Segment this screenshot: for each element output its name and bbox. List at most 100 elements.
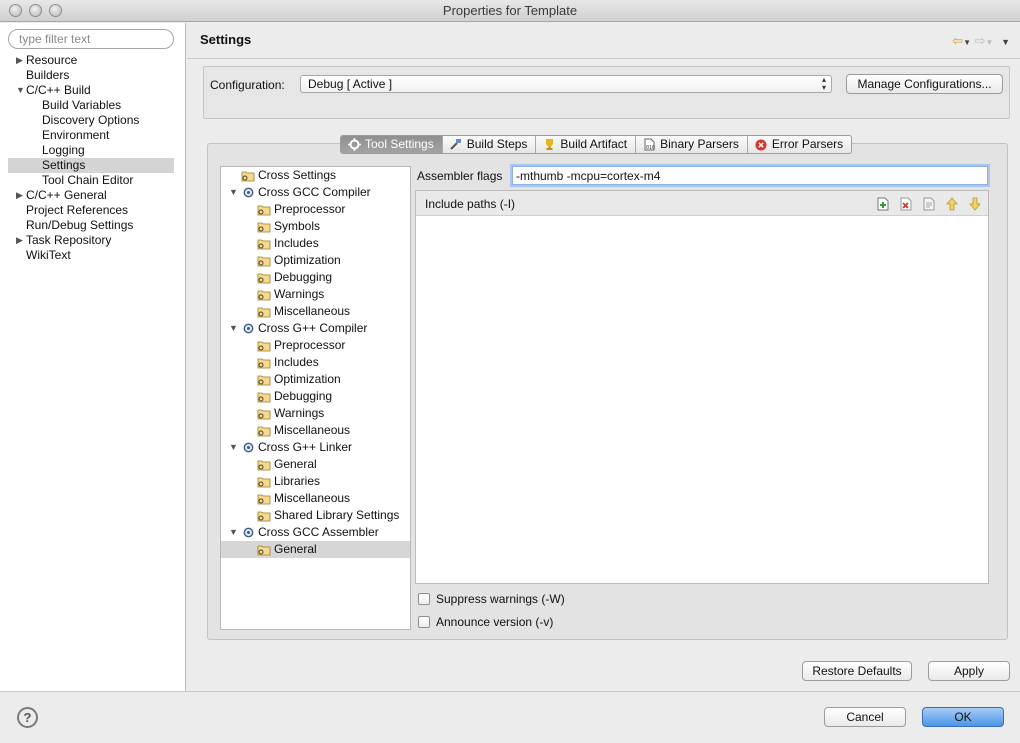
- tree-item-linker-miscellaneous[interactable]: Miscellaneous: [221, 490, 410, 507]
- view-menu-chevron-icon[interactable]: ▼: [1001, 37, 1010, 47]
- sidebar-item-builders[interactable]: Builders: [8, 68, 174, 83]
- tree-item-gpp-miscellaneous[interactable]: Miscellaneous: [221, 422, 410, 439]
- tree-item-linker-libraries[interactable]: Libraries: [221, 473, 410, 490]
- expand-arrow-icon[interactable]: ▶: [16, 53, 24, 68]
- sidebar-item-c-cpp-general[interactable]: ▶ C/C++ General: [8, 188, 174, 203]
- dialog-divider: [0, 691, 1020, 692]
- sidebar-item-resource[interactable]: ▶ Resource: [8, 53, 174, 68]
- settings-folder-icon: [257, 273, 271, 284]
- back-menu-chevron-icon[interactable]: ▼: [963, 38, 971, 47]
- expand-arrow-icon[interactable]: ▶: [16, 188, 24, 203]
- tree-item-gpp-preprocessor[interactable]: Preprocessor: [221, 337, 410, 354]
- collapse-arrow-icon[interactable]: ▼: [229, 320, 238, 337]
- tree-item-gpp-optimization[interactable]: Optimization: [221, 371, 410, 388]
- tool-gear-icon: [243, 527, 254, 538]
- announce-version-checkbox[interactable]: Announce version (-v): [418, 615, 553, 629]
- manage-configurations-button[interactable]: Manage Configurations...: [846, 74, 1003, 94]
- collapse-arrow-icon[interactable]: ▼: [229, 184, 238, 201]
- tab-error-parsers[interactable]: Error Parsers: [748, 136, 851, 153]
- sidebar-item-run-debug-settings[interactable]: Run/Debug Settings: [8, 218, 174, 233]
- expand-arrow-icon[interactable]: ▶: [16, 233, 24, 248]
- title-bar: Properties for Template: [0, 0, 1020, 22]
- configuration-select[interactable]: Debug [ Active ] ▴ ▾: [300, 75, 832, 93]
- settings-folder-icon: [257, 307, 271, 318]
- tree-item-gpp-includes[interactable]: Includes: [221, 354, 410, 371]
- sidebar-item-build-variables[interactable]: Build Variables: [8, 98, 174, 113]
- suppress-warnings-checkbox[interactable]: Suppress warnings (-W): [418, 592, 565, 606]
- include-paths-list[interactable]: Include paths (-I): [415, 190, 989, 584]
- help-icon[interactable]: ?: [17, 707, 38, 728]
- add-path-icon[interactable]: [874, 195, 892, 212]
- assembler-flags-label: Assembler flags: [417, 169, 503, 183]
- sidebar-item-project-references[interactable]: Project References: [8, 203, 174, 218]
- settings-folder-icon: [257, 511, 271, 522]
- sidebar-item-tool-chain-editor[interactable]: Tool Chain Editor: [8, 173, 174, 188]
- settings-folder-icon: [257, 477, 271, 488]
- collapse-arrow-icon[interactable]: ▼: [16, 83, 25, 98]
- tree-item-gcc-miscellaneous[interactable]: Miscellaneous: [221, 303, 410, 320]
- settings-folder-icon: [257, 341, 271, 352]
- forward-menu-chevron-icon[interactable]: ▼: [986, 38, 994, 47]
- restore-defaults-button[interactable]: Restore Defaults: [802, 661, 912, 681]
- checkbox-box[interactable]: [418, 593, 430, 605]
- assembler-flags-input[interactable]: [512, 166, 988, 185]
- settings-folder-icon: [257, 205, 271, 216]
- forward-arrow-icon[interactable]: ⇨: [975, 33, 986, 48]
- tree-item-gcc-warnings[interactable]: Warnings: [221, 286, 410, 303]
- settings-folder-icon: [257, 494, 271, 505]
- sidebar-item-environment[interactable]: Environment: [8, 128, 174, 143]
- tree-item-assembler-general[interactable]: General: [221, 541, 410, 558]
- settings-folder-icon: [257, 460, 271, 471]
- select-arrows-icon: ▴ ▾: [821, 75, 826, 92]
- filter-input[interactable]: [8, 29, 174, 49]
- edit-path-icon[interactable]: [920, 195, 938, 212]
- settings-folder-icon: [257, 392, 271, 403]
- move-down-icon[interactable]: [966, 195, 984, 212]
- tab-build-steps[interactable]: Build Steps: [443, 136, 537, 153]
- tree-item-cross-settings[interactable]: Cross Settings: [221, 167, 410, 184]
- page-header: Settings ⇦▼ ⇨▼ ▼: [187, 23, 1020, 59]
- tree-item-cross-gcc-assembler[interactable]: ▼ Cross GCC Assembler: [221, 524, 410, 541]
- sidebar-item-settings[interactable]: Settings: [8, 158, 174, 173]
- sidebar-item-discovery-options[interactable]: Discovery Options: [8, 113, 174, 128]
- checkbox-box[interactable]: [418, 616, 430, 628]
- tree-item-gcc-optimization[interactable]: Optimization: [221, 252, 410, 269]
- tree-item-linker-general[interactable]: General: [221, 456, 410, 473]
- tree-item-gcc-preprocessor[interactable]: Preprocessor: [221, 201, 410, 218]
- window-title: Properties for Template: [442, 3, 578, 18]
- settings-tabs: Tool Settings Build Steps Build Artifact…: [340, 135, 853, 154]
- apply-button[interactable]: Apply: [928, 661, 1010, 681]
- tree-item-gcc-includes[interactable]: Includes: [221, 235, 410, 252]
- tree-item-cross-gcc-compiler[interactable]: ▼ Cross GCC Compiler: [221, 184, 410, 201]
- tree-item-gcc-symbols[interactable]: Symbols: [221, 218, 410, 235]
- settings-folder-icon: [257, 222, 271, 233]
- tree-item-gcc-debugging[interactable]: Debugging: [221, 269, 410, 286]
- cancel-button[interactable]: Cancel: [824, 707, 906, 727]
- svg-text:010: 010: [646, 145, 655, 151]
- configuration-group: Configuration: Debug [ Active ] ▴ ▾ Manag…: [203, 66, 1010, 119]
- ok-button[interactable]: OK: [922, 707, 1004, 727]
- settings-folder-icon: [257, 239, 271, 250]
- tree-item-cross-gpp-compiler[interactable]: ▼ Cross G++ Compiler: [221, 320, 410, 337]
- collapse-arrow-icon[interactable]: ▼: [229, 524, 238, 541]
- delete-path-icon[interactable]: [897, 195, 915, 212]
- sidebar-item-task-repository[interactable]: ▶ Task Repository: [8, 233, 174, 248]
- include-paths-header: Include paths (-I): [416, 191, 988, 216]
- back-arrow-icon[interactable]: ⇦: [952, 33, 963, 48]
- tool-gear-icon: [243, 442, 254, 453]
- sidebar-item-wikitext[interactable]: WikiText: [8, 248, 174, 263]
- trophy-icon: [542, 138, 556, 152]
- sidebar-item-logging[interactable]: Logging: [8, 143, 174, 158]
- move-up-icon[interactable]: [943, 195, 961, 212]
- tree-item-cross-gpp-linker[interactable]: ▼ Cross G++ Linker: [221, 439, 410, 456]
- tree-item-gpp-debugging[interactable]: Debugging: [221, 388, 410, 405]
- tab-build-artifact[interactable]: Build Artifact: [536, 136, 637, 153]
- property-pages-pane: ▶Resource Builders ▼C/C++ Build Build Va…: [0, 23, 186, 691]
- sidebar-item-c-cpp-build[interactable]: ▼ C/C++ Build: [8, 83, 174, 98]
- tree-item-linker-shared-library-settings[interactable]: Shared Library Settings: [221, 507, 410, 524]
- settings-folder-icon: [257, 290, 271, 301]
- tab-binary-parsers[interactable]: 010 Binary Parsers: [636, 136, 748, 153]
- tab-tool-settings[interactable]: Tool Settings: [341, 136, 443, 153]
- tree-item-gpp-warnings[interactable]: Warnings: [221, 405, 410, 422]
- collapse-arrow-icon[interactable]: ▼: [229, 439, 238, 456]
